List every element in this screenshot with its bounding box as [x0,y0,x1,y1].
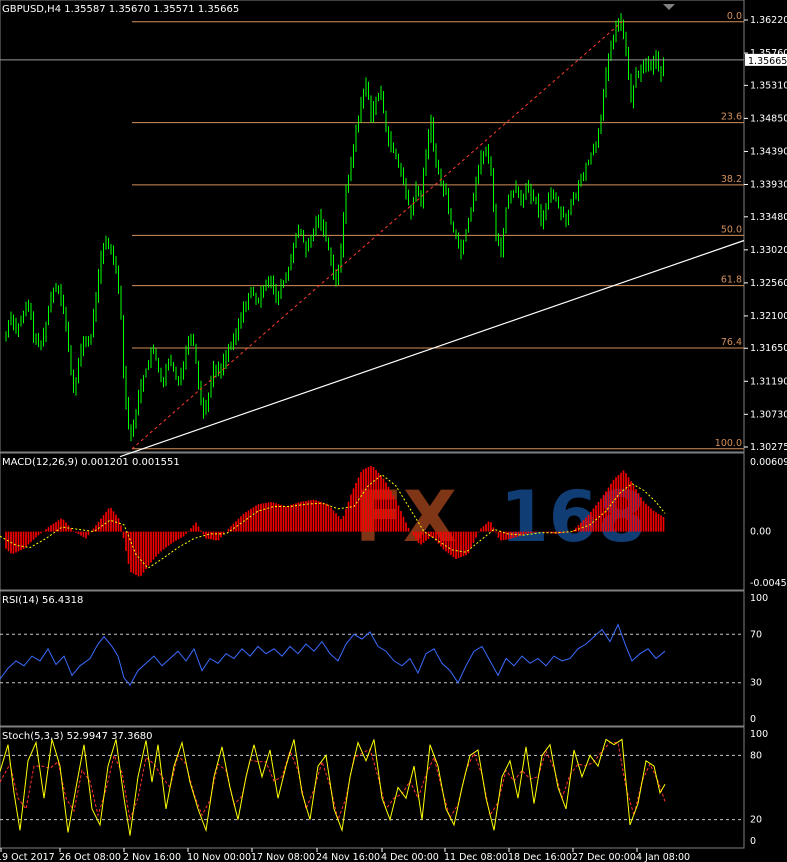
fib-label: 50.0 [721,224,742,235]
rsi-line [0,623,666,686]
time-tick-label: 17 Nov 08:00 [251,852,315,862]
fib-label: 61.8 [721,275,742,286]
fibonacci-levels: 0.0 23.6 38.2 50.0 61.8 76.4 100.0 [132,11,744,450]
chart-shift-marker[interactable] [663,4,675,10]
price-tick-label: 1.31190 [750,376,787,387]
rsi-axis-label: 70 [750,629,762,640]
fib-label: 76.4 [721,337,742,348]
stoch-label: Stoch(5,3,3) 52.9947 37.3680 [2,731,153,742]
rsi-axis-label: 30 [750,678,762,689]
drawing-objects [0,21,745,458]
price-tick-label: 1.33480 [750,212,787,223]
chart-canvas: FX 168 0.023.638.250.061.876.4100.0 1.36… [0,0,787,862]
price-tick-label: 1.33930 [750,179,787,190]
fib-label: 38.2 [721,174,742,185]
price-tick-label: 1.31650 [750,343,787,354]
fib-label: 23.6 [721,112,742,123]
price-tick-label: 1.33020 [750,245,787,256]
macd-axis-label: 0.00 [750,527,771,538]
price-tick-label: 1.30730 [750,409,787,420]
macd-axis-label: 0.006093 [750,457,787,468]
price-tick-label: 1.32100 [750,311,787,322]
time-tick-label: 11 Dec 08:00 [444,852,508,862]
last-price-label: 1.35665 [748,56,787,67]
fib-label: 0.0 [727,11,742,22]
time-tick-label: 27 Dec 00:00 [572,852,636,862]
price-tick-label: 1.34390 [750,146,787,157]
price-pane-frame [0,0,745,453]
price-tick-label: 1.36220 [750,15,787,26]
stoch-axis-label: 0 [750,836,756,847]
price-axis: 1.362201.357601.353101.348501.343901.339… [744,15,787,453]
rsi-indicator: 100 70 30 0 [0,593,768,725]
symbol-header: GBPUSD,H4 1.35587 1.35670 1.35571 1.3566… [2,4,239,15]
stoch-axis-label: 80 [750,750,762,761]
price-tick-label: 1.32560 [750,278,787,289]
time-tick-label: 10 Nov 00:00 [187,852,251,862]
price-tick-label: 1.34850 [750,113,787,124]
time-tick-label: 4 Jan 08:00 [636,852,690,862]
stochastic-indicator: 100 80 20 0 [0,729,768,847]
time-tick-label: 24 Nov 16:00 [316,852,380,862]
time-tick-label: 4 Dec 00:00 [381,852,439,862]
rsi-label: RSI(14) 56.4318 [2,595,83,606]
time-tick-label: 18 Dec 16:00 [508,852,572,862]
price-tick-label: 1.35310 [750,80,787,91]
stoch-axis-label: 100 [750,729,768,740]
macd-axis-label: -0.004502 [750,578,787,589]
rsi-axis-label: 0 [750,714,756,725]
time-axis: 19 Oct 2017 26 Oct 08:00 2 Nov 16:00 10 Nov… [0,848,690,862]
price-tick-label: 1.30275 [750,442,787,453]
stoch-axis-label: 20 [750,815,762,826]
macd-label: MACD(12,26,9) 0.001201 0.001551 [2,457,180,468]
price-candles [5,13,664,442]
fib-label: 100.0 [715,438,742,449]
time-tick-label: 19 Oct 2017 [0,852,55,862]
trendline [119,239,745,458]
time-tick-label: 2 Nov 16:00 [123,852,181,862]
rsi-axis-label: 100 [750,593,768,604]
time-tick-label: 26 Oct 08:00 [59,852,121,862]
rsi-pane-frame [0,590,745,727]
